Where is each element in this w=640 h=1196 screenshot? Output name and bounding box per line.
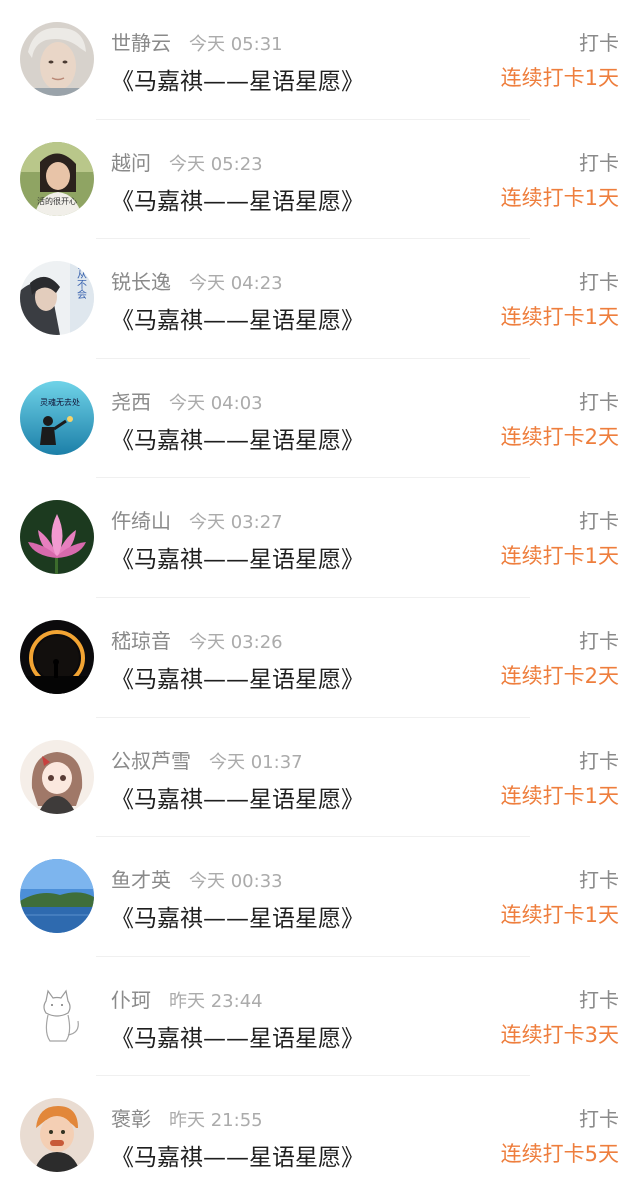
avatar-caption: 活的很开心: [37, 196, 77, 206]
avatar-caption: 我从不会: [75, 261, 87, 300]
list-item[interactable]: 活的很开心 越问 今天 05:23 《马嘉祺——星语星愿》 打卡 连续打卡1天: [0, 120, 640, 240]
user-name: 鱼才英 今天 00:33: [111, 868, 283, 893]
list-item[interactable]: 仆珂 昨天 23:44 《马嘉祺——星语星愿》 打卡 连续打卡3天: [0, 957, 640, 1077]
user-name: 越问 今天 05:23: [111, 150, 263, 175]
checkin-label: 打卡: [579, 1107, 619, 1132]
avatar-cat-sketch-icon: [20, 978, 94, 1053]
checkin-time: 今天 05:23: [169, 153, 263, 175]
song-title: 《马嘉祺——星语星愿》: [111, 69, 364, 95]
avatar[interactable]: 灵魂无去处: [20, 380, 94, 455]
song-title: 《马嘉祺——星语星愿》: [111, 308, 364, 335]
avatar-text-portrait-icon: 我从不会: [20, 261, 94, 336]
streak-badge: 连续打卡5天: [500, 1142, 619, 1167]
list-item[interactable]: 灵魂无去处 尧西 今天 04:03 《马嘉祺——星语星愿》 打卡 连续打卡2天: [0, 359, 640, 479]
list-item[interactable]: 世静云 今天 05:31 《马嘉祺——星语星愿》 打卡 连续打卡1天: [0, 0, 640, 120]
user-name: 锐长逸 今天 04:23: [111, 270, 283, 295]
song-title: 《马嘉祺——星语星愿》: [111, 547, 364, 574]
list-item[interactable]: 褒彰 昨天 21:55 《马嘉祺——星语星愿》 打卡 连续打卡5天: [0, 1076, 640, 1196]
streak-badge: 连续打卡1天: [500, 66, 619, 90]
avatar-girl-photo-icon: 活的很开心: [20, 141, 94, 216]
checkin-label: 打卡: [579, 150, 619, 175]
checkin-time: 今天 03:26: [189, 631, 283, 653]
avatar[interactable]: [20, 1098, 94, 1173]
list-item[interactable]: 嵇琼音 今天 03:26 《马嘉祺——星语星愿》 打卡 连续打卡2天: [0, 598, 640, 718]
checkin-label: 打卡: [579, 31, 619, 55]
avatar[interactable]: [20, 500, 94, 575]
user-name: 仆珂 昨天 23:44: [111, 987, 263, 1012]
avatar[interactable]: [20, 619, 94, 694]
checkin-time: 今天 00:33: [189, 871, 283, 893]
avatar-child-icon: [20, 1098, 94, 1173]
avatar[interactable]: [20, 978, 94, 1053]
streak-badge: 连续打卡2天: [500, 424, 619, 449]
streak-badge: 连续打卡1天: [500, 903, 619, 928]
avatar[interactable]: 活的很开心: [20, 141, 94, 216]
streak-badge: 连续打卡3天: [500, 1022, 619, 1047]
list-item[interactable]: 鱼才英 今天 00:33 《马嘉祺——星语星愿》 打卡 连续打卡1天: [0, 837, 640, 957]
user-name: 褒彰 昨天 21:55: [111, 1107, 263, 1132]
checkin-label: 打卡: [579, 628, 619, 653]
song-title: 《马嘉祺——星语星愿》: [111, 906, 364, 933]
checkin-time: 今天 04:03: [169, 392, 263, 414]
avatar[interactable]: 我从不会: [20, 261, 94, 336]
list-item[interactable]: 公叔芦雪 今天 01:37 《马嘉祺——星语星愿》 打卡 连续打卡1天: [0, 718, 640, 838]
checkin-label: 打卡: [579, 748, 619, 773]
avatar-sky-figure-icon: 灵魂无去处: [20, 380, 94, 455]
avatar-caption: 灵魂无去处: [40, 397, 80, 407]
song-title: 《马嘉祺——星语星愿》: [111, 1025, 364, 1052]
checkin-time: 今天 05:31: [189, 34, 283, 55]
checkin-list: 世静云 今天 05:31 《马嘉祺——星语星愿》 打卡 连续打卡1天 活的很开心 …: [0, 0, 640, 1196]
streak-badge: 连续打卡1天: [500, 185, 619, 210]
avatar[interactable]: [20, 22, 94, 96]
list-item[interactable]: 我从不会 锐长逸 今天 04:23 《马嘉祺——星语星愿》 打卡 连续打卡1天: [0, 239, 640, 359]
avatar-portrait-icon: [20, 22, 94, 96]
user-name: 嵇琼音 今天 03:26: [111, 628, 283, 653]
avatar-eclipse-icon: [20, 619, 94, 694]
user-name: 尧西 今天 04:03: [111, 389, 263, 414]
song-title: 《马嘉祺——星语星愿》: [111, 666, 364, 693]
list-item[interactable]: 仵绮山 今天 03:27 《马嘉祺——星语星愿》 打卡 连续打卡1天: [0, 478, 640, 598]
user-name: 仵绮山 今天 03:27: [111, 509, 283, 534]
checkin-label: 打卡: [579, 270, 619, 295]
streak-badge: 连续打卡2天: [500, 663, 619, 688]
song-title: 《马嘉祺——星语星愿》: [111, 786, 364, 813]
song-title: 《马嘉祺——星语星愿》: [111, 188, 364, 215]
checkin-label: 打卡: [579, 509, 619, 534]
avatar[interactable]: [20, 859, 94, 934]
checkin-label: 打卡: [579, 868, 619, 893]
song-title: 《马嘉祺——星语星愿》: [111, 1145, 364, 1172]
checkin-time: 昨天 23:44: [169, 990, 263, 1012]
checkin-label: 打卡: [579, 987, 619, 1012]
streak-badge: 连续打卡1天: [500, 544, 619, 569]
avatar-lotus-icon: [20, 500, 94, 575]
user-name: 世静云 今天 05:31: [111, 31, 283, 55]
avatar-landscape-icon: [20, 859, 94, 934]
avatar-anime-girl-icon: [20, 739, 94, 814]
avatar[interactable]: [20, 739, 94, 814]
user-name: 公叔芦雪 今天 01:37: [111, 748, 303, 773]
checkin-time: 今天 01:37: [209, 751, 303, 773]
streak-badge: 连续打卡1天: [500, 305, 619, 330]
song-title: 《马嘉祺——星语星愿》: [111, 427, 364, 454]
streak-badge: 连续打卡1天: [500, 783, 619, 808]
checkin-time: 今天 03:27: [189, 512, 283, 534]
checkin-time: 昨天 21:55: [169, 1110, 263, 1132]
checkin-time: 今天 04:23: [189, 273, 283, 295]
checkin-label: 打卡: [579, 389, 619, 414]
